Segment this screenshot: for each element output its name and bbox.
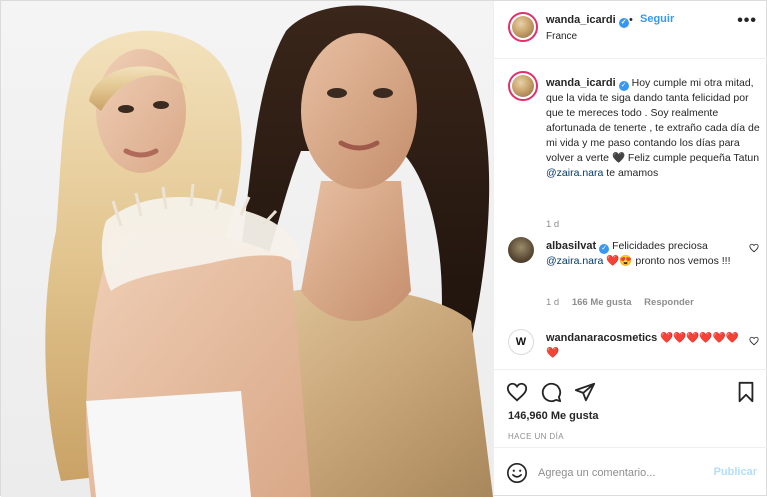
caption-time: 1 d bbox=[546, 219, 560, 230]
post-side-panel: wanda_icardi ✓ • Seguir France ••• wanda_… bbox=[493, 1, 767, 497]
comment-avatar[interactable] bbox=[508, 237, 534, 263]
comment-mention[interactable]: @zaira.nara bbox=[546, 255, 603, 267]
emoji-icon[interactable] bbox=[506, 462, 528, 484]
likes-count[interactable]: 146,960 Me gusta bbox=[508, 410, 599, 422]
heart-icon[interactable] bbox=[506, 381, 528, 403]
comment-heart-icon[interactable] bbox=[749, 243, 759, 253]
separator-dot: • bbox=[629, 14, 633, 26]
photo-illustration bbox=[45, 5, 493, 497]
comment-time: 1 d bbox=[546, 297, 560, 308]
username-text[interactable]: wanda_icardi bbox=[546, 14, 616, 26]
comment-avatar[interactable]: W bbox=[508, 329, 534, 355]
avatar[interactable] bbox=[508, 12, 538, 42]
instagram-post: wanda_icardi ✓ • Seguir France ••• wanda_… bbox=[0, 0, 767, 497]
brunette-neck bbox=[301, 181, 411, 321]
comment-input[interactable] bbox=[538, 462, 698, 484]
more-icon[interactable]: ••• bbox=[737, 12, 757, 30]
verified-badge-icon: ✓ bbox=[599, 244, 610, 254]
location-link[interactable]: France bbox=[546, 31, 577, 42]
add-comment-bar: Publicar bbox=[494, 447, 767, 497]
comment-body-end: pronto nos vemos !!! bbox=[632, 255, 731, 267]
verified-badge-icon: ✓ bbox=[618, 81, 629, 91]
comment-likes-link[interactable]: 166 Me gusta bbox=[572, 297, 632, 308]
comment-heart-icon[interactable] bbox=[749, 336, 759, 346]
comment-body: Felicidades preciosa bbox=[612, 240, 708, 252]
post-actions: 146,960 Me gusta HACE UN DÍA bbox=[494, 369, 767, 441]
caption-username[interactable]: wanda_icardi bbox=[546, 77, 616, 89]
username-link[interactable]: wanda_icardi ✓ bbox=[546, 14, 629, 28]
white-top bbox=[86, 391, 251, 497]
post-time[interactable]: HACE UN DÍA bbox=[508, 432, 564, 441]
caption-mention[interactable]: @zaira.nara bbox=[546, 167, 603, 179]
caption-avatar[interactable] bbox=[508, 71, 538, 101]
comment-username[interactable]: wandanaracosmetics bbox=[546, 332, 657, 344]
post-photo[interactable] bbox=[1, 1, 493, 497]
caption-text: wanda_icardi ✓ Hoy cumple mi otra mitad, … bbox=[546, 76, 761, 181]
comment-meta: 1 d 166 Me gusta Responder bbox=[546, 297, 704, 308]
comment-emojis: ❤️😍 bbox=[606, 255, 633, 267]
follow-button[interactable]: Seguir bbox=[640, 13, 674, 25]
comment-text: wandanaracosmetics ❤️❤️❤️❤️❤️❤️❤️ bbox=[546, 331, 741, 361]
comments-section[interactable]: wanda_icardi ✓ Hoy cumple mi otra mitad, … bbox=[494, 59, 767, 369]
share-icon[interactable] bbox=[574, 381, 596, 403]
brunette-face bbox=[301, 33, 417, 189]
reply-button[interactable]: Responder bbox=[644, 297, 694, 308]
publish-button[interactable]: Publicar bbox=[714, 466, 757, 478]
caption-body: Hoy cumple mi otra mitad, que la vida te… bbox=[546, 77, 760, 164]
comment-username[interactable]: albasilvat bbox=[546, 240, 596, 252]
bookmark-icon[interactable] bbox=[735, 381, 757, 403]
caption-body-end: te amamos bbox=[603, 167, 659, 179]
comment-text: albasilvat ✓ Felicidades preciosa @zaira.… bbox=[546, 239, 741, 269]
comment-icon[interactable] bbox=[540, 381, 562, 403]
verified-badge-icon: ✓ bbox=[618, 18, 629, 28]
post-header: wanda_icardi ✓ • Seguir France ••• bbox=[494, 1, 767, 59]
